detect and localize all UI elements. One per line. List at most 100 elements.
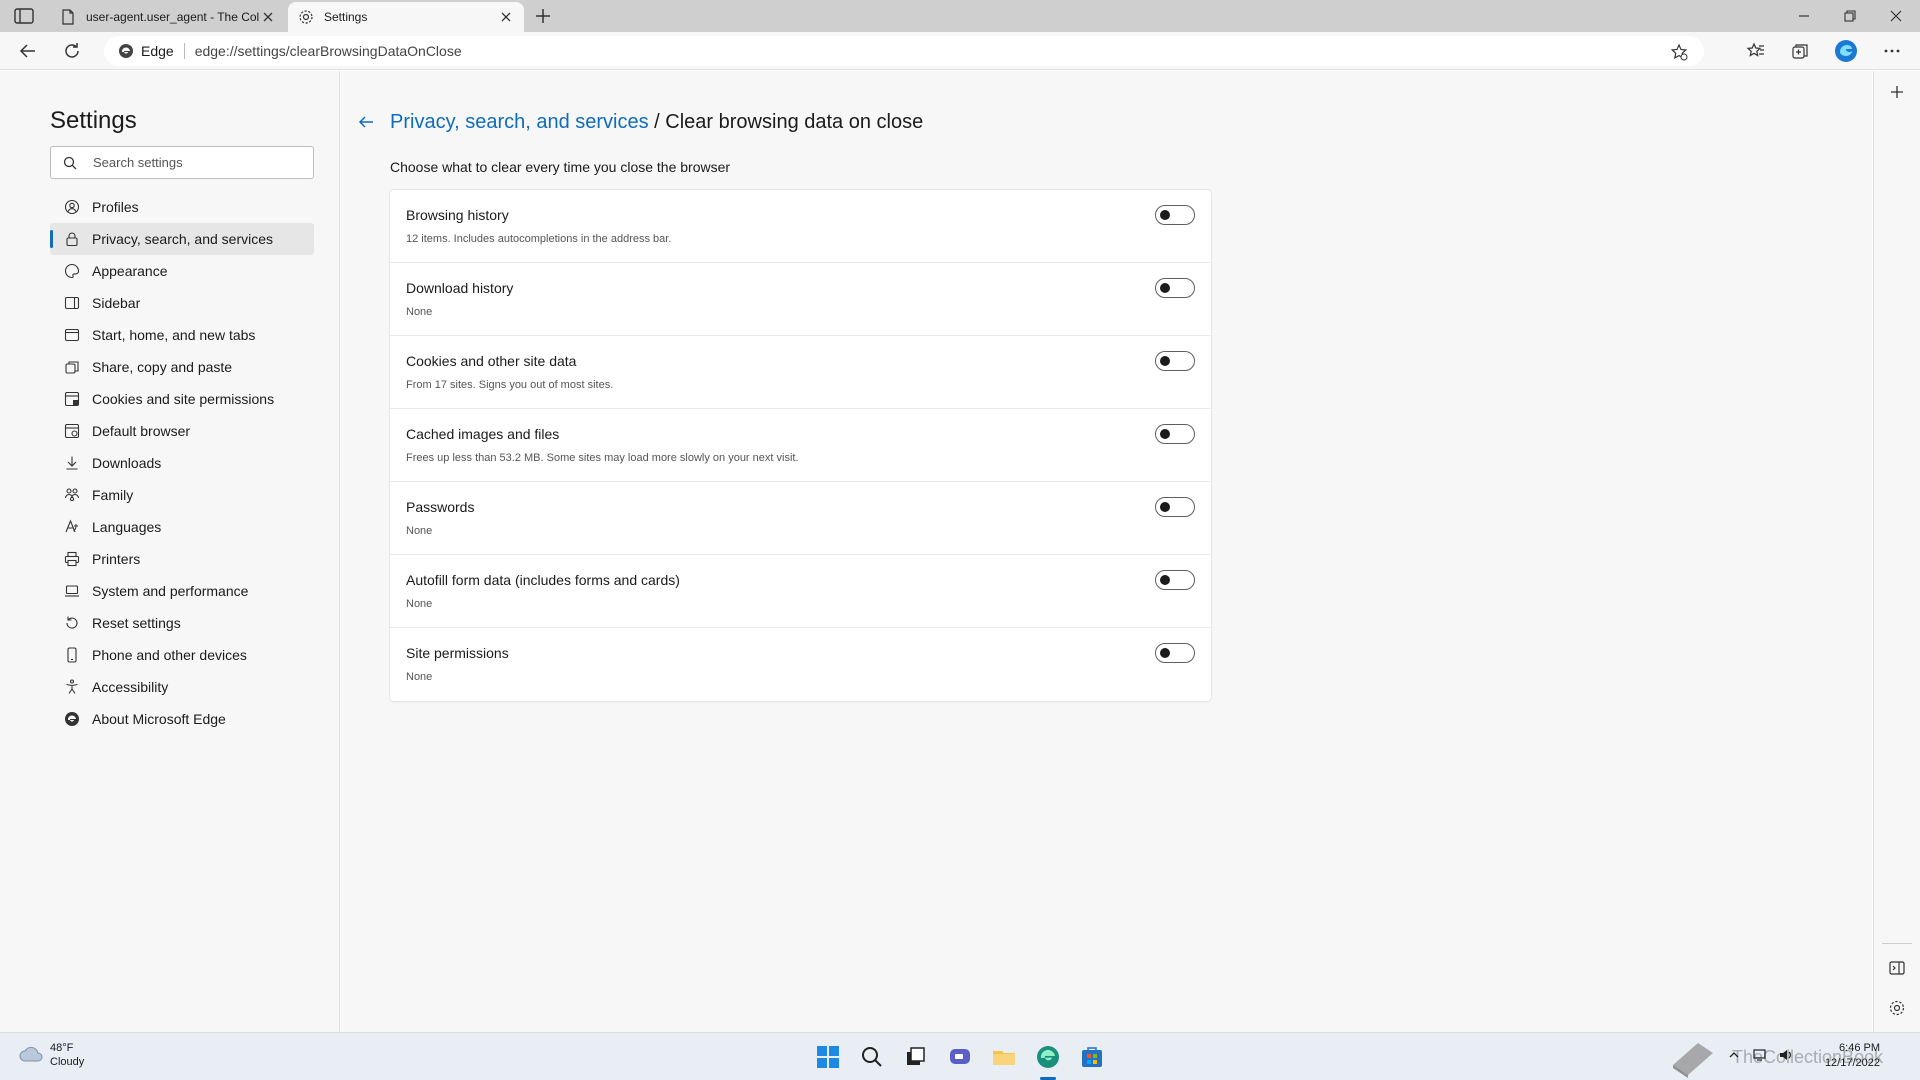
- sidebar-item-label: Phone and other devices: [92, 647, 247, 663]
- setting-row-cookies: Cookies and other site data From 17 site…: [390, 336, 1211, 409]
- minimize-icon[interactable]: [1794, 6, 1814, 26]
- cookies-icon: [64, 391, 80, 407]
- sidebar-item-system[interactable]: System and performance: [50, 575, 314, 607]
- home-icon: [64, 328, 80, 342]
- browser-toolbar: Edge edge://settings/clearBrowsingDataOn…: [0, 32, 1920, 70]
- setting-label: Cookies and other site data: [406, 353, 577, 369]
- profile-avatar[interactable]: [1834, 39, 1858, 63]
- sidebar-item-reset[interactable]: Reset settings: [50, 607, 314, 639]
- sidebar-item-profiles[interactable]: Profiles: [50, 191, 314, 223]
- tab-settings[interactable]: Settings: [288, 2, 524, 32]
- download-history-toggle[interactable]: [1155, 278, 1195, 298]
- sidebar-item-label: Share, copy and paste: [92, 359, 233, 375]
- setting-description: Frees up less than 53.2 MB. Some sites m…: [406, 452, 799, 464]
- sidebar-item-share[interactable]: Share, copy and paste: [50, 351, 314, 383]
- sidebar-item-label: Start, home, and new tabs: [92, 327, 256, 343]
- close-icon[interactable]: [260, 9, 276, 25]
- search-settings-box[interactable]: [50, 146, 314, 179]
- new-tab-icon[interactable]: [533, 6, 553, 26]
- setting-description: From 17 sites. Signs you out of most sit…: [406, 379, 614, 391]
- sidebar-item-label: Accessibility: [92, 679, 169, 695]
- cloud-icon: [19, 1046, 43, 1062]
- sidebar-item-label: Default browser: [92, 423, 191, 439]
- settings-title: Settings: [50, 107, 137, 134]
- passwords-toggle[interactable]: [1155, 497, 1195, 517]
- more-options-icon[interactable]: [1882, 41, 1902, 61]
- search-input[interactable]: [93, 155, 293, 170]
- sidebar-item-sidebar[interactable]: Sidebar: [50, 287, 314, 319]
- store-icon[interactable]: [1078, 1043, 1106, 1071]
- sidebar-item-label: Privacy, search, and services: [92, 231, 274, 247]
- sidebar-item-label: Printers: [92, 551, 141, 567]
- sidebar-item-start-home[interactable]: Start, home, and new tabs: [50, 319, 314, 351]
- task-view-icon[interactable]: [902, 1043, 930, 1071]
- system-tray-icons: [1726, 1047, 1794, 1063]
- tab-label: user-agent.user_agent - The Coll: [86, 10, 260, 24]
- windows-start-icon[interactable]: [814, 1043, 842, 1071]
- edge-taskbar-icon[interactable]: [1034, 1043, 1062, 1071]
- close-icon[interactable]: [498, 9, 514, 25]
- browsing-history-toggle[interactable]: [1155, 205, 1195, 225]
- phone-icon: [67, 647, 77, 663]
- tab-user-agent[interactable]: user-agent.user_agent - The Coll: [50, 2, 286, 32]
- tab-actions-icon[interactable]: [14, 8, 34, 24]
- favorites-icon[interactable]: [1746, 41, 1766, 61]
- restore-icon[interactable]: [1840, 6, 1860, 26]
- back-icon[interactable]: [18, 41, 38, 61]
- refresh-icon[interactable]: [62, 41, 82, 61]
- edge-logo-icon: [65, 712, 79, 726]
- breadcrumb-separator: /: [648, 111, 666, 133]
- settings-sidebar: Settings Profiles Privacy, search, and s…: [0, 71, 340, 1032]
- setting-description: None: [406, 525, 433, 537]
- sidebar-item-privacy[interactable]: Privacy, search, and services: [50, 223, 314, 255]
- network-icon[interactable]: [1752, 1047, 1768, 1063]
- search-taskbar-icon[interactable]: [858, 1043, 886, 1071]
- setting-label: Site permissions: [406, 645, 509, 661]
- setting-label: Passwords: [406, 499, 475, 515]
- sidebar-item-accessibility[interactable]: Accessibility: [50, 671, 314, 703]
- setting-description: None: [406, 598, 433, 610]
- back-arrow-icon[interactable]: [357, 113, 375, 131]
- weather-widget[interactable]: 48°F Cloudy: [18, 1041, 84, 1069]
- sidebar-icon: [64, 296, 80, 310]
- clear-data-card: Browsing history 12 items. Includes auto…: [390, 190, 1211, 701]
- volume-icon[interactable]: [1778, 1047, 1794, 1063]
- window-close-icon[interactable]: [1886, 6, 1906, 26]
- tab-strip: user-agent.user_agent - The Coll Setting…: [0, 0, 1920, 32]
- file-explorer-icon[interactable]: [990, 1043, 1018, 1071]
- chevron-up-icon[interactable]: [1726, 1047, 1742, 1063]
- sidebar-item-phone[interactable]: Phone and other devices: [50, 639, 314, 671]
- cookies-toggle[interactable]: [1155, 351, 1195, 371]
- collections-icon[interactable]: [1790, 41, 1810, 61]
- sidebar-item-appearance[interactable]: Appearance: [50, 255, 314, 287]
- chat-icon[interactable]: [946, 1043, 974, 1071]
- sidebar-item-default-browser[interactable]: Default browser: [50, 415, 314, 447]
- sidebar-item-cookies[interactable]: Cookies and site permissions: [50, 383, 314, 415]
- page-subtitle: Choose what to clear every time you clos…: [390, 159, 731, 175]
- autofill-toggle[interactable]: [1155, 570, 1195, 590]
- setting-description: None: [406, 671, 433, 683]
- sidebar-settings-gear-icon[interactable]: [1888, 999, 1906, 1017]
- address-bar[interactable]: Edge edge://settings/clearBrowsingDataOn…: [104, 36, 1704, 66]
- sidebar-item-printers[interactable]: Printers: [50, 543, 314, 575]
- hide-sidebar-icon[interactable]: [1888, 959, 1906, 977]
- setting-description: 12 items. Includes autocompletions in th…: [406, 233, 672, 245]
- breadcrumb-privacy-link[interactable]: Privacy, search, and services: [390, 111, 649, 133]
- sidebar-item-label: Languages: [92, 519, 162, 535]
- sidebar-item-about[interactable]: About Microsoft Edge: [50, 703, 314, 735]
- sidebar-item-languages[interactable]: Languages: [50, 511, 314, 543]
- clock[interactable]: 6:46 PM 12/17/2022: [1825, 1041, 1880, 1071]
- sidebar-item-downloads[interactable]: Downloads: [50, 447, 314, 479]
- cached-images-toggle[interactable]: [1155, 424, 1195, 444]
- gear-icon: [299, 10, 313, 24]
- setting-label: Download history: [406, 280, 514, 296]
- address-url[interactable]: edge://settings/clearBrowsingDataOnClose: [195, 43, 462, 59]
- sidebar-item-label: Reset settings: [92, 615, 181, 631]
- site-permissions-toggle[interactable]: [1155, 643, 1195, 663]
- sidebar-item-family[interactable]: Family: [50, 479, 314, 511]
- add-favorite-icon[interactable]: [1670, 43, 1688, 61]
- reset-icon: [66, 616, 78, 629]
- profile-icon: [64, 199, 80, 215]
- clock-time: 6:46 PM: [1839, 1042, 1880, 1054]
- add-sidebar-app-icon[interactable]: [1888, 83, 1906, 101]
